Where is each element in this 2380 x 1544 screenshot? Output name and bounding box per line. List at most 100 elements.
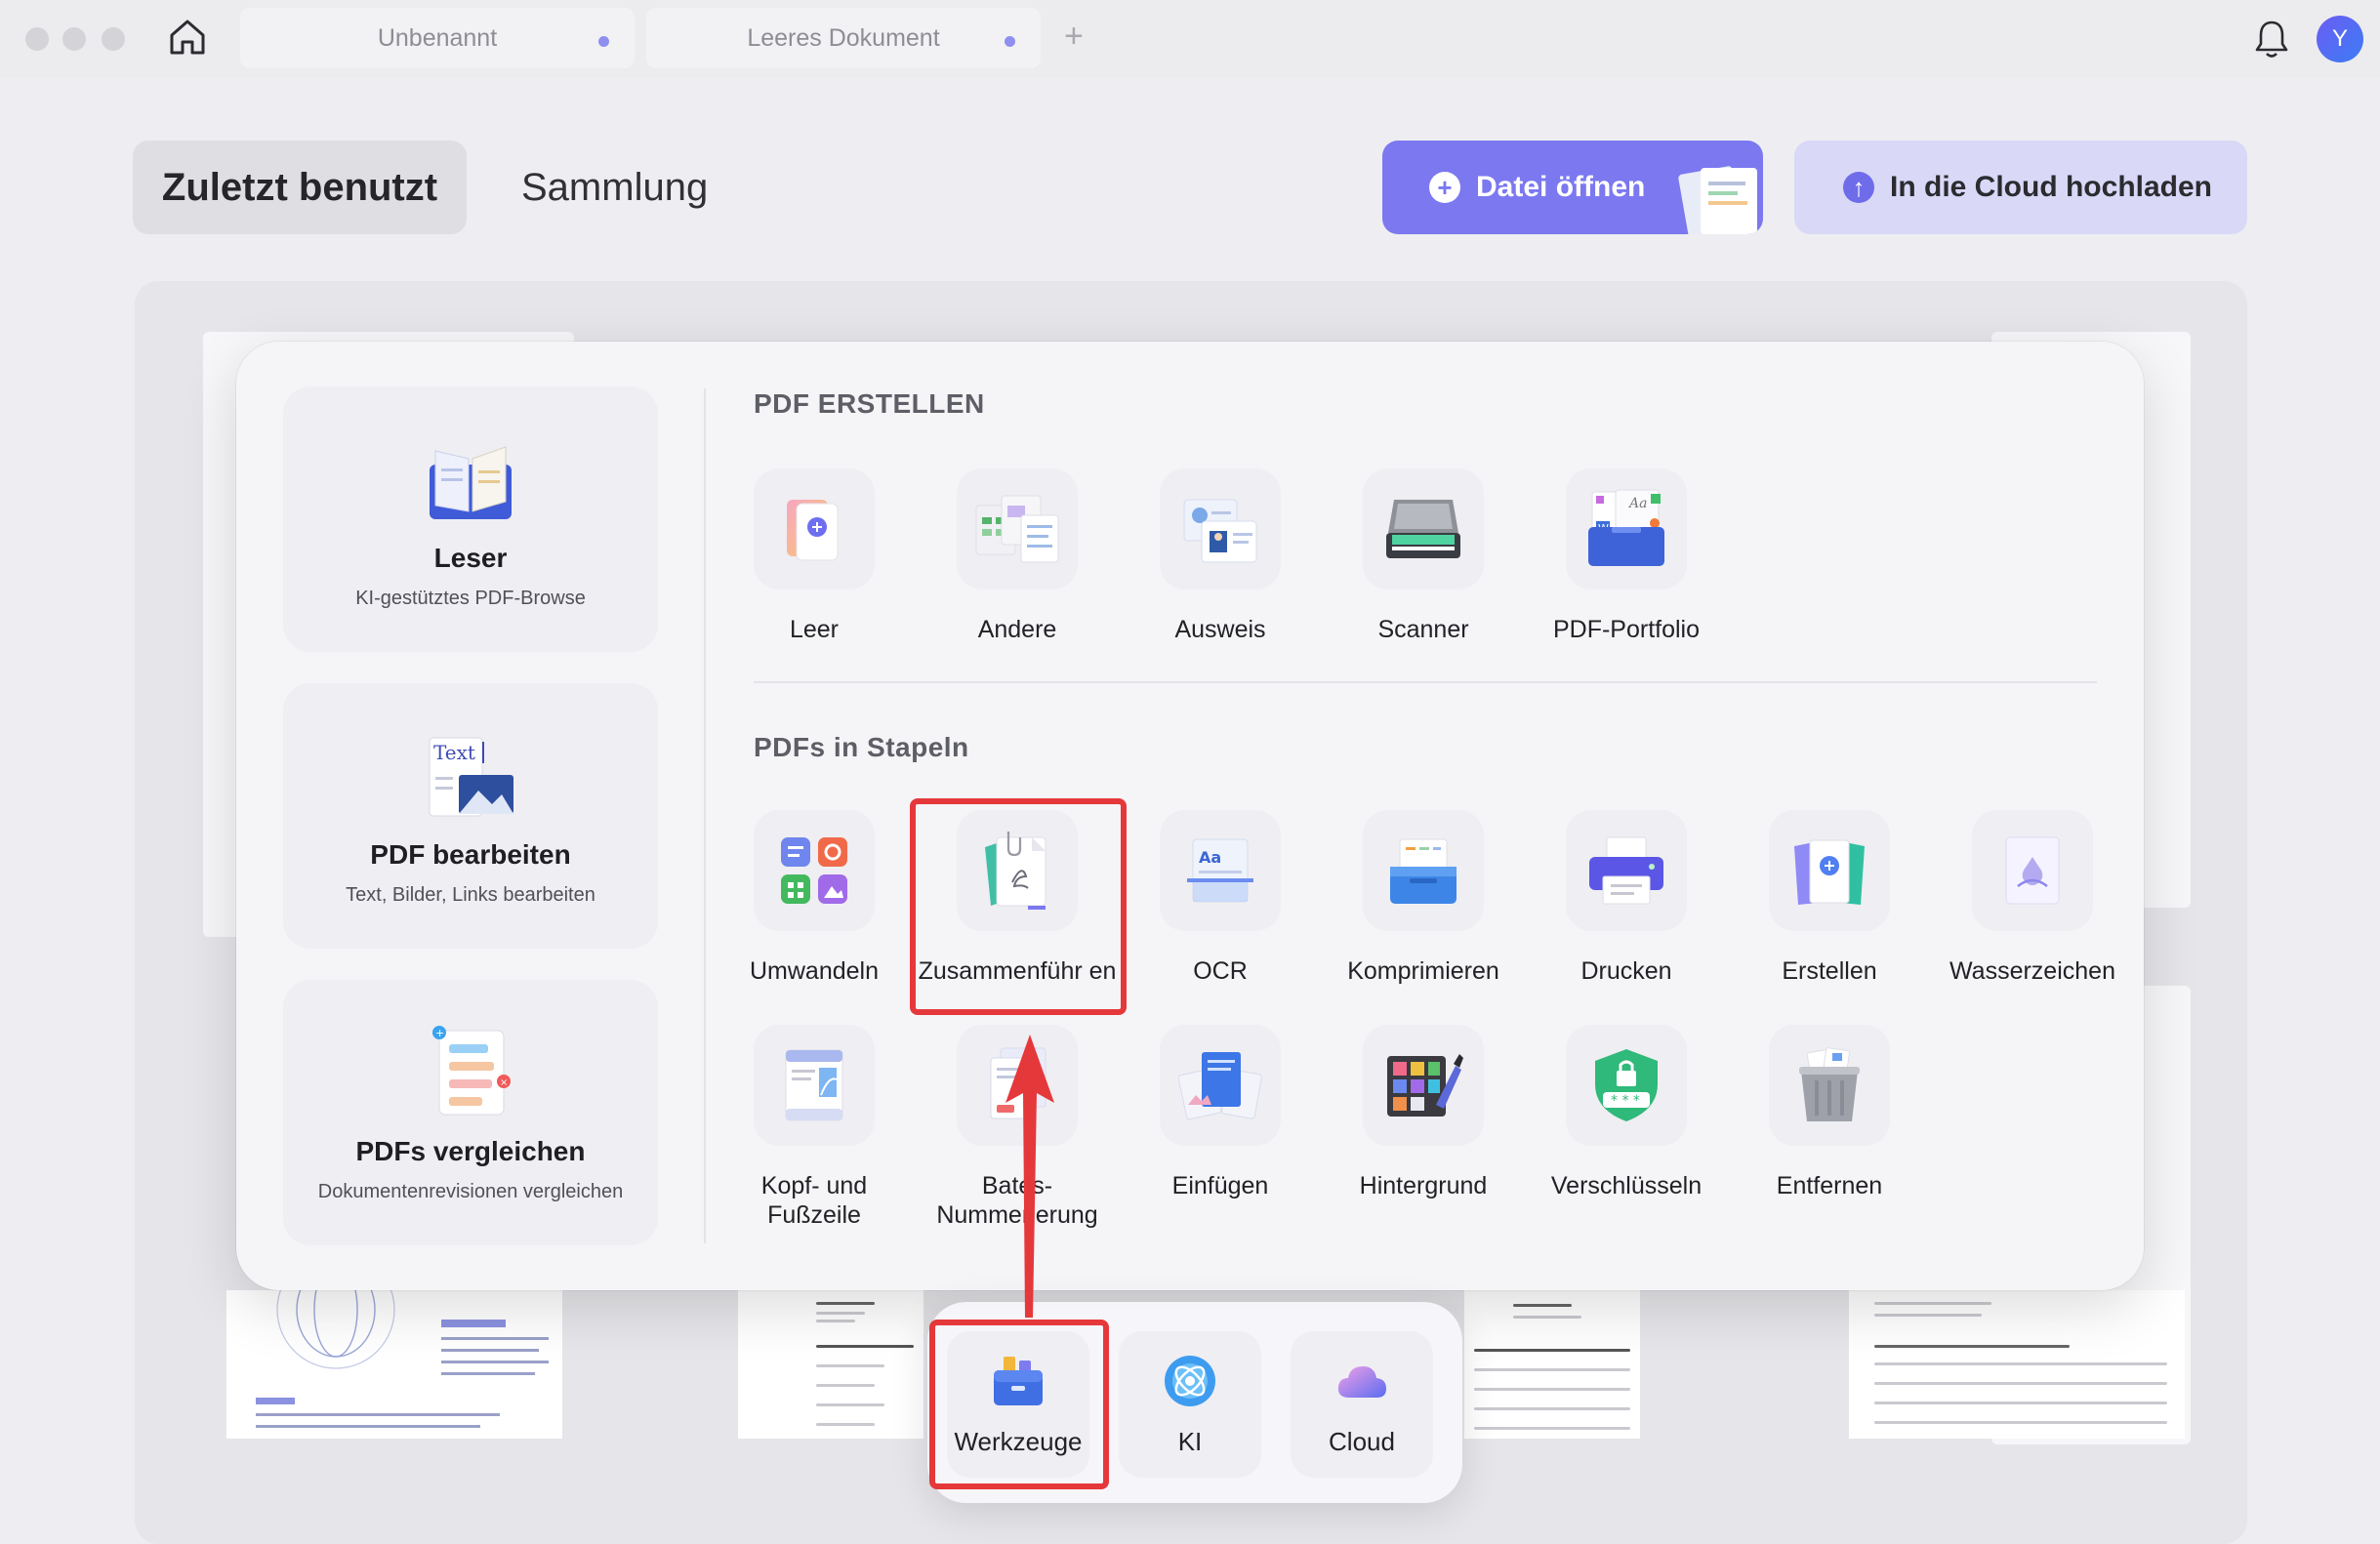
upload-cloud-button[interactable]: ↑ In die Cloud hochladen [1794, 141, 2247, 234]
svg-text:Text: Text [433, 741, 475, 764]
tool-ausweis[interactable]: Ausweis [1121, 468, 1320, 644]
tool-pdf-portfolio[interactable]: Aa W PDF-Portfolio [1527, 468, 1726, 644]
tool-label: Drucken [1580, 957, 1672, 985]
svg-text:+: + [435, 1027, 444, 1039]
compare-pdf-subtitle: Dokumentenrevisionen vergleichen [317, 1181, 624, 1202]
tool-label: Einfügen [1171, 1172, 1269, 1199]
tool-label: Komprimieren [1347, 957, 1499, 985]
documents-icon [1678, 166, 1757, 234]
tool-label: Erstellen [1782, 957, 1877, 985]
window-close-button[interactable] [25, 27, 49, 51]
tool-verschluesseln[interactable]: * * * Verschlüsseln [1527, 1025, 1726, 1200]
tool-andere[interactable]: Andere [918, 468, 1117, 644]
edit-pdf-subtitle: Text, Bilder, Links bearbeiten [346, 884, 595, 906]
header-footer-icon [785, 1049, 843, 1121]
reader-card[interactable]: Leser KI-gestütztes PDF-Browse [283, 386, 658, 652]
create-pdf-heading: PDF ERSTELLEN [754, 388, 985, 419]
arrow-up-icon [1005, 1035, 1054, 1318]
file-thumbnail[interactable] [1849, 1290, 2185, 1439]
home-icon[interactable] [166, 16, 209, 59]
dock-item-cloud[interactable]: Cloud [1291, 1331, 1433, 1478]
tab-label: Leeres Dokument [747, 23, 940, 52]
avatar[interactable]: Y [2317, 16, 2363, 62]
tool-label: Scanner [1377, 616, 1469, 643]
compare-pdf-card[interactable]: + × PDFs vergleichen Dokumentenrevisione… [283, 980, 658, 1245]
tool-label: Umwandeln [749, 957, 879, 985]
tab-recent[interactable]: Zuletzt benutzt [133, 141, 467, 234]
tool-drucken[interactable]: Drucken [1527, 810, 1726, 986]
book-icon [430, 446, 512, 519]
trash-icon [1799, 1047, 1860, 1121]
tab-collection[interactable]: Sammlung [508, 141, 721, 234]
edit-pdf-title: PDF bearbeiten [370, 839, 571, 870]
file-thumbnail[interactable] [226, 1250, 562, 1439]
file-thumbnail[interactable] [738, 1290, 923, 1439]
tool-label: Hintergrund [1359, 1172, 1488, 1199]
watermark-icon [2005, 836, 2060, 905]
tool-komprimieren[interactable]: Komprimieren [1324, 810, 1523, 986]
tool-einfuegen[interactable]: Einfügen [1121, 1025, 1320, 1200]
svg-text:* * *: * * * [1611, 1093, 1640, 1109]
add-tab-button[interactable]: + [1064, 18, 1084, 56]
tool-label: Ausweis [1174, 616, 1266, 643]
reader-title: Leser [433, 543, 508, 573]
other-formats-icon [975, 495, 1059, 563]
open-file-label: Datei öffnen [1476, 171, 1646, 203]
tool-wasserzeichen[interactable]: Wasserzeichen [1933, 810, 2132, 986]
tool-hintergrund[interactable]: Hintergrund [1324, 1025, 1523, 1200]
create-icon [1794, 839, 1865, 905]
ai-icon [1165, 1356, 1215, 1406]
open-file-button[interactable]: + Datei öffnen [1382, 141, 1763, 234]
dock-label: Cloud [1329, 1427, 1395, 1456]
bell-icon[interactable] [2251, 18, 2292, 61]
unsaved-dot-icon [598, 36, 609, 47]
tab-unbenannt[interactable]: Unbenannt [240, 8, 635, 68]
background-icon [1387, 1054, 1463, 1117]
text-edit-icon: Text [429, 737, 513, 817]
window-zoom-button[interactable] [102, 27, 125, 51]
encrypt-icon: * * * [1595, 1049, 1658, 1121]
svg-text:Aa: Aa [1199, 848, 1221, 867]
tool-label: Leer [789, 616, 840, 643]
reader-subtitle: KI-gestütztes PDF-Browse [355, 588, 586, 609]
blank-page-icon [787, 500, 839, 561]
window-minimize-button[interactable] [62, 27, 86, 51]
insert-icon [1178, 1052, 1262, 1120]
tool-label: OCR [1193, 957, 1248, 985]
tool-ocr[interactable]: Aa OCR [1121, 810, 1320, 986]
tool-label: Entfernen [1776, 1172, 1883, 1199]
compress-icon [1390, 838, 1457, 904]
cloud-icon [1337, 1366, 1386, 1398]
plus-circle-icon: + [1429, 172, 1460, 203]
compare-pdf-title: PDFs vergleichen [355, 1136, 586, 1166]
tool-label: PDF-Portfolio [1552, 616, 1701, 643]
tool-leer[interactable]: Leer [715, 468, 914, 644]
tool-label: Verschlüsseln [1550, 1172, 1703, 1199]
highlight-box [910, 798, 1127, 1015]
tool-label: Kopf- und Fußzeile [760, 1172, 868, 1229]
scanner-icon [1386, 500, 1460, 558]
upload-arrow-icon: ↑ [1843, 172, 1874, 203]
printer-icon [1589, 836, 1663, 905]
ocr-icon: Aa [1187, 838, 1253, 903]
tool-umwandeln[interactable]: Umwandeln [715, 810, 914, 986]
svg-text:Aa: Aa [1627, 496, 1647, 511]
tool-entfernen[interactable]: Entfernen [1730, 1025, 1929, 1200]
edit-pdf-card[interactable]: Text PDF bearbeiten Text, Bilder, Links … [283, 683, 658, 949]
dock-label: KI [1177, 1427, 1203, 1456]
file-thumbnail[interactable] [1464, 1290, 1640, 1439]
upload-cloud-label: In die Cloud hochladen [1890, 171, 2212, 203]
id-card-icon [1183, 499, 1257, 563]
batch-heading: PDFs in Stapeln [754, 732, 969, 762]
portfolio-icon: Aa W [1588, 489, 1664, 566]
tool-kopf-fusszeile[interactable]: Kopf- und Fußzeile [715, 1025, 914, 1230]
divider [754, 681, 2097, 683]
tab-leeres-dokument[interactable]: Leeres Dokument [646, 8, 1041, 68]
tool-label: Andere [977, 616, 1057, 643]
highlight-box [929, 1320, 1109, 1489]
dock-item-ki[interactable]: KI [1119, 1331, 1261, 1478]
svg-text:×: × [500, 1077, 508, 1088]
tool-erstellen[interactable]: Erstellen [1730, 810, 1929, 986]
unsaved-dot-icon [1005, 36, 1015, 47]
tool-scanner[interactable]: Scanner [1324, 468, 1523, 644]
